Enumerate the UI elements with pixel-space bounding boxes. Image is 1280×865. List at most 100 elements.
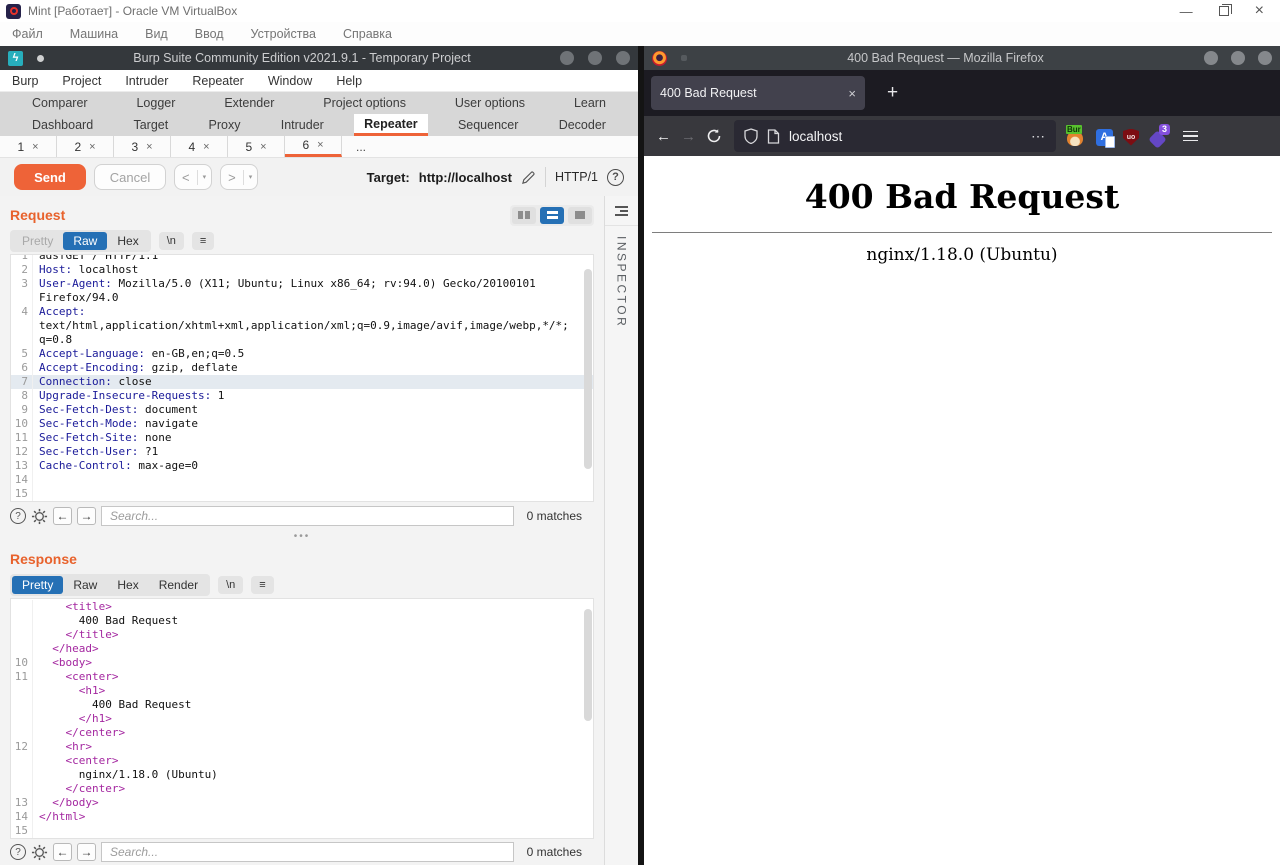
burp-main-tab[interactable]: Intruder	[271, 114, 334, 136]
translate-extension-icon[interactable]: A	[1096, 129, 1113, 146]
view-tab[interactable]: Hex	[107, 232, 148, 250]
response-editor[interactable]: <title> 400 Bad Request </title>	[10, 598, 594, 839]
edit-pencil-icon[interactable]	[521, 170, 536, 185]
burp-main-tab[interactable]: Comparer	[22, 92, 98, 114]
view-tab[interactable]: Pretty	[12, 232, 63, 250]
http-version-selector[interactable]: HTTP/1	[555, 170, 598, 184]
burp-main-tab[interactable]: Dashboard	[22, 114, 103, 136]
vbox-menu-item[interactable]: Файл	[12, 27, 43, 41]
search-input[interactable]	[101, 842, 514, 862]
inspector-collapse-icon[interactable]	[605, 196, 638, 226]
foxyproxy-extension-icon[interactable]: Bur	[1066, 126, 1086, 146]
history-back-button[interactable]: < ▾	[174, 164, 212, 190]
layout-single-button[interactable]	[568, 207, 592, 224]
vbox-menu-item[interactable]: Ввод	[195, 27, 224, 41]
burp-main-tab[interactable]: Target	[123, 114, 178, 136]
burp-menu-item[interactable]: Intruder	[125, 74, 168, 88]
burp-titlebar: ϟ Burp Suite Community Edition v2021.9.1…	[0, 46, 638, 70]
search-help-icon[interactable]: ?	[10, 508, 26, 524]
newline-toggle-button[interactable]: \n	[218, 576, 243, 594]
editor-menu-button[interactable]: ≡	[192, 232, 214, 250]
view-tab[interactable]: Pretty	[12, 576, 63, 594]
request-editor[interactable]: 1 adsfGET / HTTP/1.1 2 Host: localhost 3…	[10, 254, 594, 502]
search-input[interactable]	[101, 506, 514, 526]
burp-main-tab[interactable]: User options	[445, 92, 535, 114]
page-info-icon[interactable]	[767, 129, 780, 144]
repeater-tab[interactable]: 5 ×	[228, 136, 285, 157]
firefox-window-controls[interactable]	[1204, 51, 1272, 65]
scrollbar[interactable]	[584, 269, 592, 469]
panel-splitter-handle[interactable]: •••	[0, 530, 604, 542]
newline-toggle-button[interactable]: \n	[159, 232, 184, 250]
gear-icon[interactable]	[31, 508, 48, 525]
burp-main-tab[interactable]: Sequencer	[448, 114, 528, 136]
prev-match-button[interactable]: ←	[53, 843, 72, 861]
repeater-tab[interactable]: 2 ×	[57, 136, 114, 157]
repeater-tab[interactable]: 3 ×	[114, 136, 171, 157]
cancel-button[interactable]: Cancel	[94, 164, 166, 190]
gear-icon[interactable]	[31, 844, 48, 861]
burp-main-tab[interactable]: Logger	[126, 92, 185, 114]
send-button[interactable]: Send	[14, 164, 86, 190]
close-icon[interactable]: ×	[32, 141, 38, 153]
search-help-icon[interactable]: ?	[10, 844, 26, 860]
chevron-down-icon[interactable]: ▾	[244, 173, 258, 181]
next-match-button[interactable]: →	[77, 843, 96, 861]
repeater-tab[interactable]: 1 ×	[0, 136, 57, 157]
view-tab[interactable]: Raw	[63, 232, 107, 250]
history-forward-button[interactable]: > ▾	[220, 164, 258, 190]
burp-main-tab[interactable]: Project options	[313, 92, 416, 114]
help-icon[interactable]: ?	[607, 169, 624, 186]
close-icon[interactable]: ×	[260, 141, 266, 153]
burp-main-tab[interactable]: Repeater	[354, 114, 428, 136]
wappalyzer-extension-icon[interactable]: 3	[1149, 126, 1169, 146]
burp-menu-item[interactable]: Repeater	[192, 74, 243, 88]
close-icon[interactable]: ×	[89, 141, 95, 153]
burp-main-tab[interactable]: Learn	[564, 92, 616, 114]
forward-button[interactable]: →	[681, 128, 696, 145]
url-bar[interactable]: localhost ⋯	[734, 120, 1056, 152]
close-icon[interactable]: ×	[842, 86, 856, 101]
prev-match-button[interactable]: ←	[53, 507, 72, 525]
more-tabs-button[interactable]: ...	[342, 136, 380, 157]
view-tab[interactable]: Raw	[63, 576, 107, 594]
burp-menu-item[interactable]: Help	[336, 74, 362, 88]
vbox-menu-item[interactable]: Машина	[70, 27, 118, 41]
editor-menu-button[interactable]: ≡	[251, 576, 273, 594]
minimize-icon[interactable]: —	[1180, 5, 1193, 18]
burp-menu-item[interactable]: Window	[268, 74, 312, 88]
close-icon[interactable]: ×	[317, 139, 323, 151]
repeater-tab[interactable]: 4 ×	[171, 136, 228, 157]
ublock-extension-icon[interactable]: uo	[1123, 129, 1139, 146]
view-tab[interactable]: Render	[149, 576, 208, 594]
close-icon[interactable]: ×	[1255, 3, 1264, 19]
burp-main-tab[interactable]: Extender	[214, 92, 284, 114]
burp-window-controls[interactable]	[560, 51, 630, 65]
burp-main-tab[interactable]: Proxy	[199, 114, 251, 136]
burp-main-tab[interactable]: Decoder	[549, 114, 616, 136]
browser-tab[interactable]: 400 Bad Request ×	[651, 76, 865, 110]
shield-icon[interactable]	[744, 128, 758, 144]
close-icon[interactable]: ×	[146, 141, 152, 153]
vbox-menu-item[interactable]: Справка	[343, 27, 392, 41]
close-icon[interactable]: ×	[203, 141, 209, 153]
restore-icon[interactable]	[1219, 6, 1229, 16]
burp-menu-item[interactable]: Burp	[12, 74, 38, 88]
burp-menu-item[interactable]: Project	[62, 74, 101, 88]
menu-hamburger-icon[interactable]	[1183, 131, 1198, 142]
repeater-tab[interactable]: 6 ×	[285, 136, 342, 157]
url-text[interactable]: localhost	[789, 129, 1022, 144]
chevron-down-icon[interactable]: ▾	[198, 173, 212, 181]
back-button[interactable]: ←	[656, 128, 671, 145]
vbox-menu-item[interactable]: Устройства	[251, 27, 316, 41]
vbox-menu-item[interactable]: Вид	[145, 27, 168, 41]
layout-columns-button[interactable]	[512, 207, 536, 224]
inspector-label[interactable]: INSPECTOR	[615, 236, 629, 328]
new-tab-button[interactable]: +	[887, 82, 898, 104]
scrollbar[interactable]	[584, 609, 592, 721]
layout-rows-button[interactable]	[540, 207, 564, 224]
page-actions-icon[interactable]: ⋯	[1031, 128, 1046, 145]
next-match-button[interactable]: →	[77, 507, 96, 525]
reload-icon[interactable]	[706, 128, 722, 144]
view-tab[interactable]: Hex	[107, 576, 148, 594]
